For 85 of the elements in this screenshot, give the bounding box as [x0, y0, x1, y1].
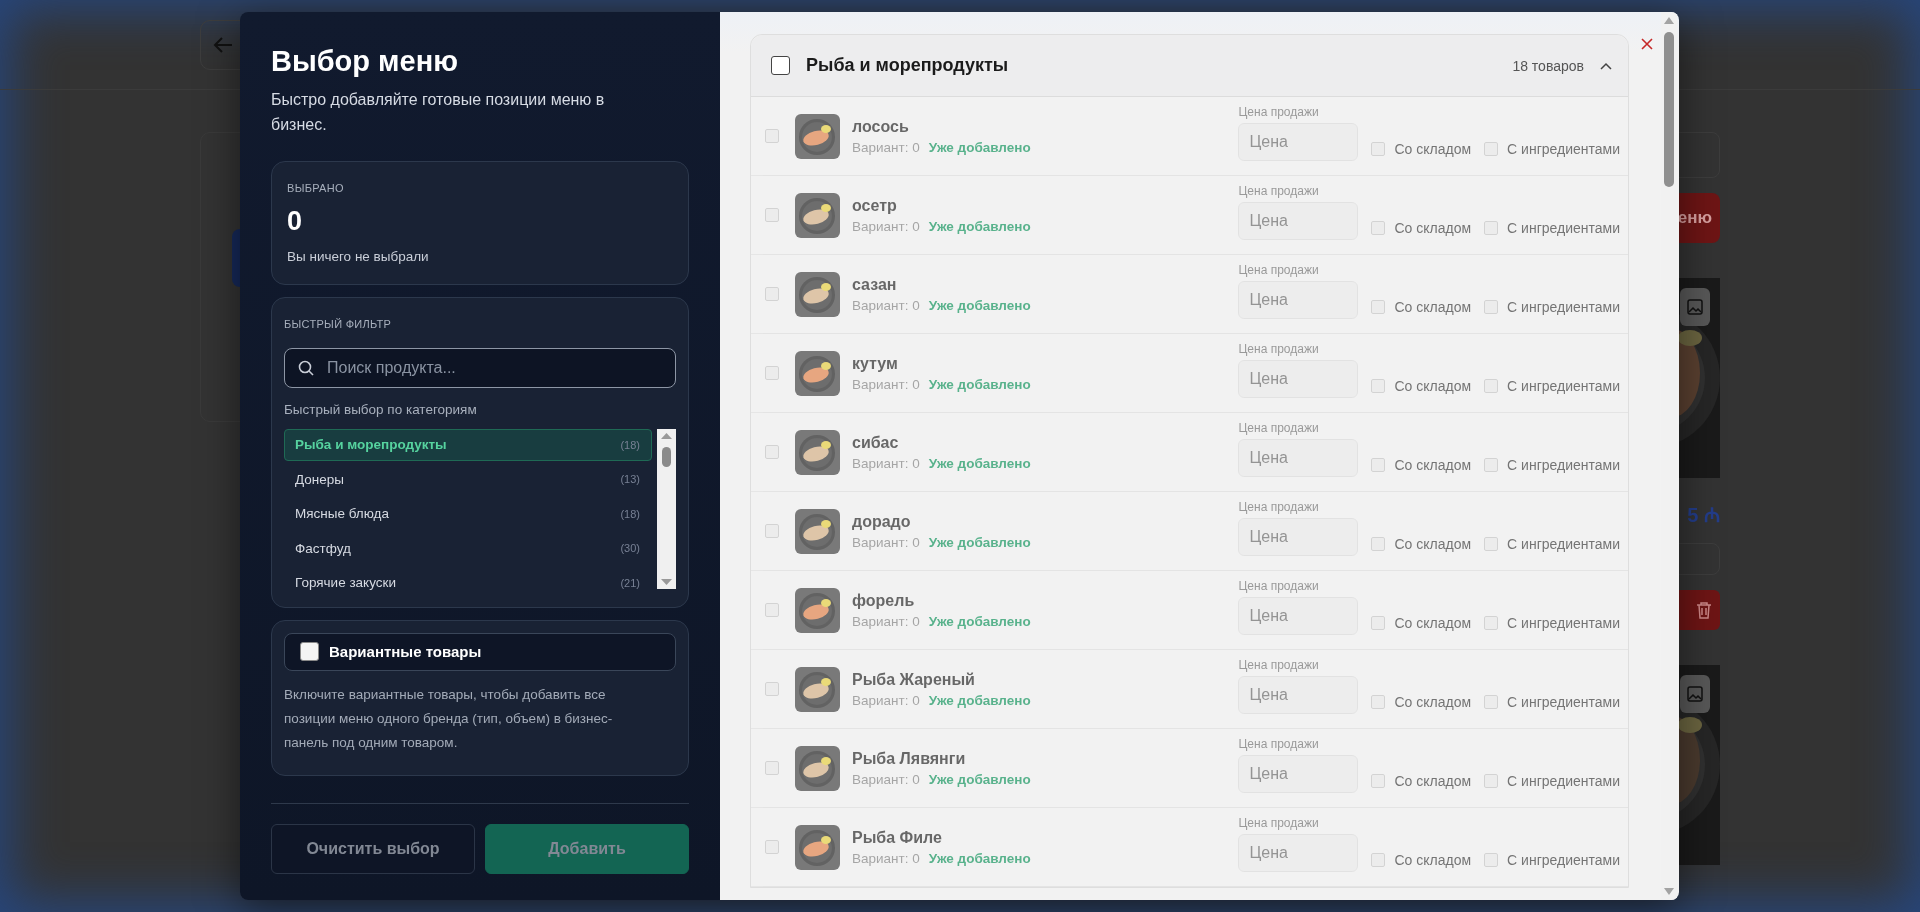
group-header[interactable]: Рыба и морепродукты 18 товаров: [751, 35, 1628, 97]
price-label: Цена продажи: [1238, 579, 1320, 593]
variant-text: Вариант: 0: [852, 297, 920, 313]
product-name: кутум: [852, 354, 899, 373]
product-name: дорадо: [852, 512, 912, 531]
section-label: БЫСТРЫЙ ФИЛЬТР: [284, 317, 393, 330]
variants-toggle[interactable]: Вариантные товары: [284, 632, 676, 671]
variants-label: Вариантные товары: [329, 643, 482, 661]
image-button[interactable]: [1680, 675, 1710, 713]
price-label: Цена продажи: [1238, 816, 1320, 830]
image-button[interactable]: [1680, 288, 1710, 326]
status-text: Уже добавлено: [928, 297, 1031, 313]
status-text: Уже добавлено: [928, 692, 1031, 708]
product-name: форель: [852, 591, 916, 610]
variant-text: Вариант: 0: [852, 771, 920, 787]
group-title: Рыба и морепродукты: [806, 55, 1010, 76]
categories-label: Быстрый выбор по категориям: [284, 401, 478, 417]
close-icon: [1641, 38, 1653, 50]
category-item[interactable]: Фастфуд (30): [284, 532, 652, 565]
variant-text: Вариант: 0: [852, 534, 920, 550]
product-name: лосось: [852, 117, 910, 136]
status-text: Уже добавлено: [928, 218, 1031, 234]
variant-text: Вариант: 0: [852, 692, 920, 708]
group-count: 18 товаров: [1512, 57, 1584, 74]
status-text: Уже добавлено: [928, 771, 1031, 787]
price-label: Цена продажи: [1238, 105, 1320, 119]
variants-help: Включите вариантные товары, чтобы добавить все позиции меню одного бренда (тип, объем) в бизнес-панель под одним товаром.: [284, 685, 614, 752]
close-button[interactable]: [1641, 38, 1653, 50]
clear-button[interactable]: Очистить выбор: [271, 824, 475, 874]
status-text: Уже добавлено: [928, 850, 1031, 866]
product-name: Рыба Жареный: [852, 670, 976, 689]
selected-note: Вы ничего не выбрали: [287, 248, 430, 264]
selected-count: 0: [287, 205, 304, 237]
product-name: Рыба Лявянги: [852, 749, 967, 768]
dialog-title: Выбор меню: [271, 44, 459, 79]
price-label: Цена продажи: [1238, 658, 1320, 672]
product-name: осетр: [852, 196, 898, 215]
variant-text: Вариант: 0: [852, 850, 920, 866]
price-text: 5 ₼: [1686, 503, 1720, 528]
scrollbar[interactable]: [1661, 12, 1677, 900]
category-name: Рыба и морепродукты: [295, 437, 447, 453]
checkbox[interactable]: [300, 642, 319, 662]
variant-text: Вариант: 0: [852, 613, 920, 629]
category-name: Донеры: [295, 471, 344, 487]
status-text: Уже добавлено: [928, 534, 1031, 550]
price-label: Цена продажи: [1238, 342, 1320, 356]
category-name: Горячие закуски: [295, 575, 396, 591]
dialog-subtitle: Быстро добавляйте готовые позиции меню в бизнес.: [271, 89, 606, 135]
image-icon: [1687, 686, 1703, 702]
variant-text: Вариант: 0: [852, 139, 920, 155]
category-item[interactable]: Рыба и морепродукты (18): [284, 428, 652, 461]
category-count: (13): [620, 473, 640, 486]
category-item[interactable]: Мясные блюда (18): [284, 497, 652, 530]
price-label: Цена продажи: [1238, 421, 1320, 435]
price-label: Цена продажи: [1238, 737, 1320, 751]
status-text: Уже добавлено: [928, 613, 1031, 629]
category-count: (18): [620, 507, 640, 520]
price-label: Цена продажи: [1238, 184, 1320, 198]
variant-text: Вариант: 0: [852, 218, 920, 234]
search-field[interactable]: Поиск продукта...: [284, 347, 676, 388]
checkbox[interactable]: [771, 56, 790, 75]
variant-text: Вариант: 0: [852, 455, 920, 471]
price-label: Цена продажи: [1238, 263, 1320, 277]
category-count: (18): [620, 438, 640, 451]
variant-text: Вариант: 0: [852, 376, 920, 392]
product-name: сибас: [852, 433, 900, 452]
category-count: (21): [620, 576, 640, 589]
section-label: ВЫБРАНО: [287, 181, 345, 194]
product-name: сазан: [852, 275, 898, 294]
category-count: (30): [620, 542, 640, 555]
category-item[interactable]: Донеры (13): [284, 463, 652, 496]
product-name: Рыба Филе: [852, 828, 943, 847]
status-text: Уже добавлено: [928, 139, 1031, 155]
trash-icon: [1696, 601, 1712, 619]
status-text: Уже добавлено: [928, 376, 1031, 392]
price-label: Цена продажи: [1238, 500, 1320, 514]
category-item[interactable]: Горячие закуски (21): [284, 566, 652, 599]
scrollbar[interactable]: [657, 428, 676, 589]
chevron-icon[interactable]: [1600, 61, 1612, 70]
status-text: Уже добавлено: [928, 455, 1031, 471]
search-icon: [298, 359, 314, 376]
category-name: Фастфуд: [295, 540, 351, 556]
category-name: Мясные блюда: [295, 506, 389, 522]
back-arrow-icon: [213, 35, 233, 54]
image-icon: [1687, 299, 1703, 315]
